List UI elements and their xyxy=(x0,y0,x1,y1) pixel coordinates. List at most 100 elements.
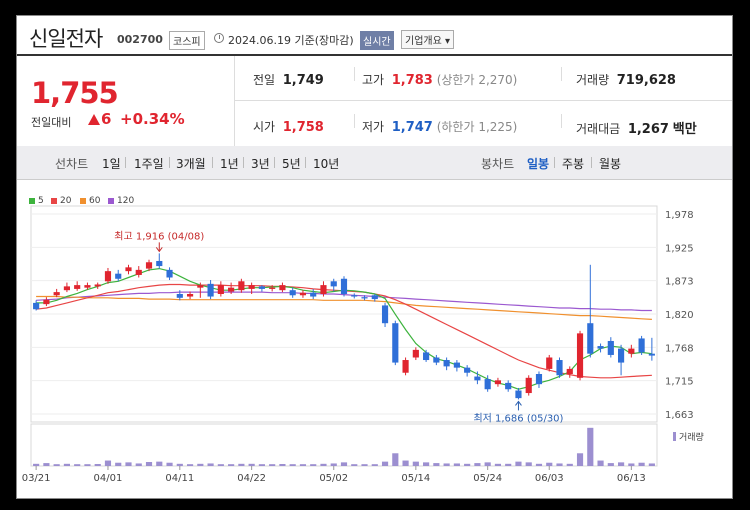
volume-bar xyxy=(197,463,204,466)
volume-bar xyxy=(474,463,481,466)
candle-body xyxy=(474,376,481,381)
candle-body xyxy=(74,285,81,289)
volume-bar xyxy=(104,460,112,466)
candle-body xyxy=(597,346,604,349)
candle-body xyxy=(535,374,543,385)
volume-bar xyxy=(597,460,604,466)
candle-body xyxy=(33,302,40,310)
candle-body xyxy=(371,295,378,300)
volume-bar xyxy=(145,462,153,466)
volume-bar xyxy=(628,463,635,466)
stock-widget: 신일전자 002700 코스피 2024.06.19 기준(장마감) 실시간 기… xyxy=(16,15,733,499)
volume-bar xyxy=(361,464,368,466)
candle-body xyxy=(176,294,183,298)
y-tick-label: 1,715 xyxy=(665,377,694,388)
volume-bar xyxy=(505,463,512,466)
candle-body xyxy=(310,292,317,297)
y-tick-label: 1,978 xyxy=(665,210,694,221)
min-annotation: 최저 1,686 (05/30) xyxy=(473,412,563,424)
candle-body xyxy=(166,269,173,278)
candle-body xyxy=(484,379,491,390)
volume-bar xyxy=(176,463,183,466)
candle-body xyxy=(145,262,153,269)
volume-bar xyxy=(392,453,399,466)
candle-body xyxy=(156,260,163,267)
candle-body xyxy=(238,281,245,291)
candle-body xyxy=(228,287,235,292)
volume-frame xyxy=(30,423,658,467)
candle-body xyxy=(340,278,348,294)
volume-bar xyxy=(381,461,389,466)
x-tick-label: 05/14 xyxy=(401,473,430,484)
candle-body xyxy=(207,283,214,297)
candle-body xyxy=(94,284,101,287)
candle-body xyxy=(197,285,204,288)
volume-bar xyxy=(402,460,409,466)
volume-bar xyxy=(238,463,245,466)
candle-body xyxy=(402,360,409,373)
volume-bar xyxy=(279,464,286,466)
volume-bar xyxy=(371,464,378,466)
volume-bar xyxy=(340,462,348,466)
candle-body xyxy=(515,390,522,399)
volume-bar xyxy=(464,463,471,466)
volume-bar xyxy=(186,464,194,466)
candle-body xyxy=(217,285,224,294)
max-annotation: 최고 1,916 (04/08) xyxy=(114,230,204,242)
candle-body xyxy=(433,357,440,363)
volume-bar xyxy=(269,464,276,466)
volume-bar xyxy=(33,463,40,466)
volume-bar xyxy=(43,463,50,466)
volume-bar xyxy=(515,461,522,466)
candle-body xyxy=(361,297,368,299)
candle-body xyxy=(84,285,91,288)
candle-body xyxy=(53,292,60,296)
y-tick-label: 1,663 xyxy=(665,410,694,421)
volume-bar xyxy=(351,464,358,466)
candle-body xyxy=(607,340,614,355)
volume-bar xyxy=(576,453,584,466)
volume-bar xyxy=(618,462,625,466)
candle-body xyxy=(351,295,358,297)
candle-body xyxy=(299,292,307,296)
candle-body xyxy=(412,349,419,358)
candle-body xyxy=(546,357,553,369)
candle-body xyxy=(125,267,132,272)
volume-swatch xyxy=(673,432,676,441)
x-tick-label: 03/21 xyxy=(22,473,51,484)
volume-bar xyxy=(494,463,502,466)
volume-bar xyxy=(217,464,224,466)
x-tick-label: 05/02 xyxy=(319,473,348,484)
candle-body xyxy=(63,286,70,291)
volume-bar xyxy=(228,464,235,466)
volume-bar xyxy=(638,462,645,466)
candle-body xyxy=(648,353,655,356)
candle-body xyxy=(186,294,194,297)
candle-body xyxy=(320,285,327,294)
candle-body xyxy=(381,305,389,324)
candle-body xyxy=(525,377,532,394)
volume-bar xyxy=(443,463,450,466)
candle-body xyxy=(505,382,512,390)
candle-body xyxy=(587,323,594,354)
volume-bar xyxy=(546,462,553,466)
candle-body xyxy=(576,333,584,378)
volume-bar xyxy=(63,463,70,466)
candle-body xyxy=(115,273,122,279)
candle-body xyxy=(135,269,142,275)
candle-body xyxy=(330,281,337,287)
candle-body xyxy=(628,348,635,354)
x-tick-label: 05/24 xyxy=(473,473,502,484)
candlestick-chart: 1,978 1,925 1,873 1,820 1,768 1,715 1,663 03/21… xyxy=(22,205,704,484)
volume-bar xyxy=(423,462,430,466)
candle-body xyxy=(104,271,112,282)
candle-body xyxy=(618,348,625,363)
candle-body xyxy=(269,287,276,289)
candle-body xyxy=(392,323,399,363)
x-tick-label: 04/11 xyxy=(165,473,194,484)
candle-body xyxy=(453,362,460,368)
volume-bar xyxy=(453,463,460,466)
volume-bar xyxy=(484,462,491,466)
volume-bar xyxy=(525,462,532,466)
volume-bar xyxy=(330,463,337,466)
